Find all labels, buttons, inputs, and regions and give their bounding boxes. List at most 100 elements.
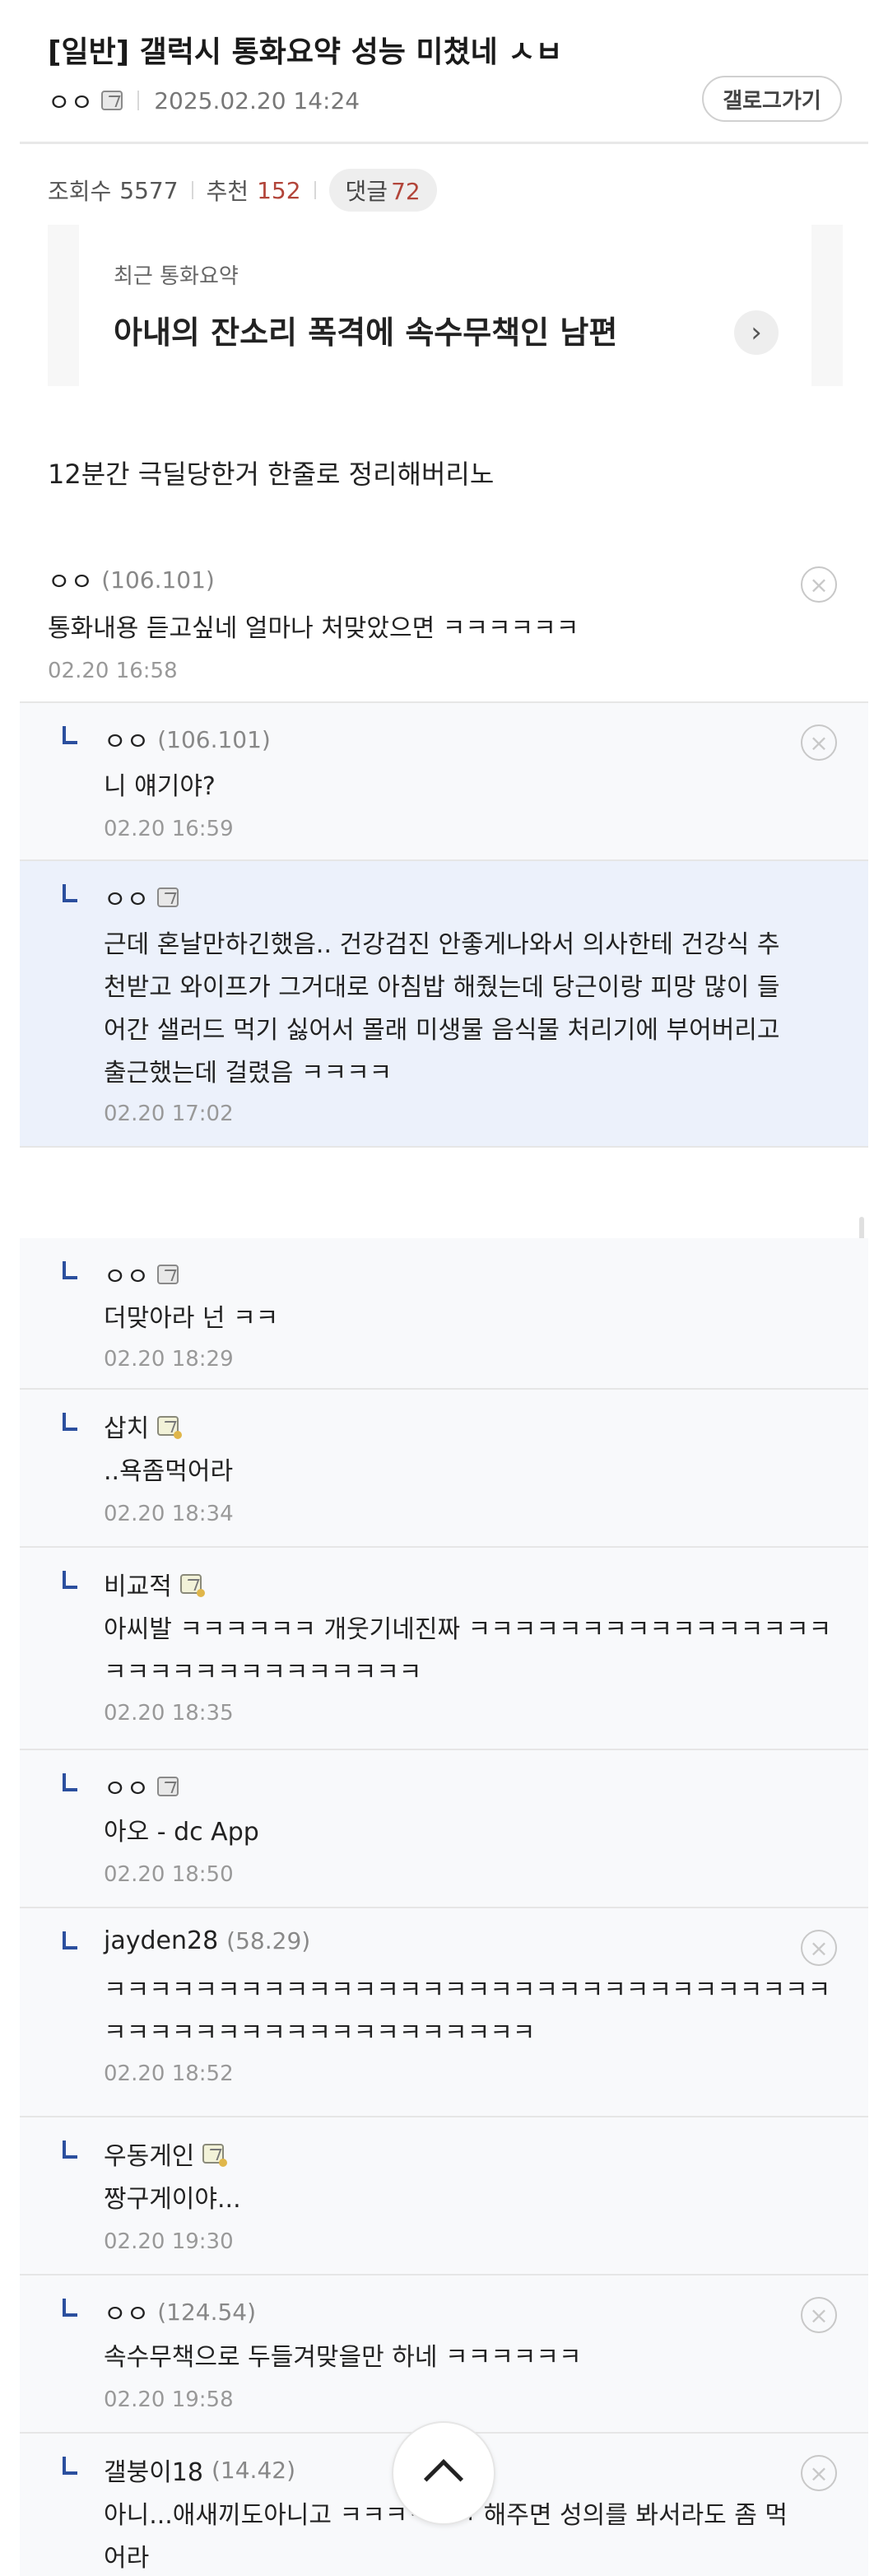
delete-icon[interactable]: × (801, 2455, 837, 2491)
comment-nick[interactable]: ㅇㅇ (104, 721, 149, 757)
gallog-icon[interactable] (157, 1777, 179, 1796)
comment-text: 통화내용 듣고싶네 얼마나 처맞았으면 ㅋㅋㅋㅋㅋㅋ (48, 614, 579, 643)
header-divider (20, 142, 868, 144)
comment-nick[interactable]: ㅇㅇ (104, 2294, 149, 2330)
comment-line: 아씨발 ㅋㅋㅋㅋㅋㅋ 개웃기네진짜 ㅋㅋㅋㅋㅋㅋㅋㅋㅋㅋㅋㅋㅋㅋㅋㅋ (104, 1615, 832, 1644)
reply-comment: 우동게인 짱구게이야... 02.20 19:30 (20, 2117, 868, 2276)
post-body: 12분간 극딜당한거 한줄로 정리해버리노 (48, 459, 495, 490)
comment-nick[interactable]: ㅇㅇ (104, 879, 149, 915)
summary-label: 최근 통화요약 (114, 264, 239, 289)
chevron-up-icon (423, 2458, 464, 2499)
gallog-icon[interactable] (157, 1265, 179, 1284)
comment-header: ㅇㅇ (106.101) (104, 721, 271, 757)
scroll-to-top-button[interactable] (392, 2421, 495, 2525)
comment-text: 더맞아라 넌 ㅋㅋ (104, 1304, 279, 1333)
views-count: 5577 (119, 176, 179, 204)
gallog-fixed-icon[interactable] (157, 1416, 183, 1439)
gallog-icon[interactable] (157, 887, 179, 907)
comment-line: ㅋㅋㅋㅋㅋㅋㅋㅋㅋㅋㅋㅋㅋㅋㅋㅋㅋㅋㅋ (104, 2019, 536, 2047)
comment-date: 02.20 19:30 (104, 2229, 234, 2254)
gallog-fixed-icon[interactable] (202, 2144, 228, 2167)
comment-nick[interactable]: 삽치 (104, 1408, 149, 1444)
comment-nick[interactable]: 비교적 (104, 1566, 172, 1602)
comment-date: 02.20 17:02 (104, 1102, 234, 1126)
comment-ip: (58.29) (226, 1927, 311, 1954)
comment-nick[interactable]: 우동게인 (104, 2136, 194, 2172)
post-author[interactable]: ㅇㅇ (48, 82, 93, 119)
comment-nick[interactable]: ㅇㅇ (48, 561, 93, 598)
recommend-count: 152 (257, 176, 301, 204)
comment-text: 니 얘기야? (104, 772, 216, 801)
comments-count: 72 (391, 178, 421, 205)
reply-arrow-icon (63, 1571, 77, 1589)
comment-header: 우동게인 (104, 2136, 228, 2172)
comment-date: 02.20 16:58 (48, 659, 178, 683)
comment-header: 삽치 (104, 1408, 183, 1444)
stats-divider (314, 181, 316, 199)
delete-icon[interactable]: × (801, 2297, 837, 2333)
reply-arrow-icon (63, 2140, 77, 2159)
reply-arrow-icon (63, 1261, 77, 1279)
comment-header: ㅇㅇ (104, 1256, 179, 1293)
reply-arrow-icon (63, 1931, 77, 1949)
comment-line: 천받고 와이프가 그거대로 아침밥 해줬는데 당근이랑 피망 많이 들 (104, 973, 780, 1002)
reply-comment: 비교적 아씨발 ㅋㅋㅋㅋㅋㅋ 개웃기네진짜 ㅋㅋㅋㅋㅋㅋㅋㅋㅋㅋㅋㅋㅋㅋㅋㅋ ㅋ… (20, 1548, 868, 1750)
delete-icon[interactable]: × (801, 724, 837, 761)
views-label: 조회수 (48, 178, 112, 205)
comment-nick[interactable]: ㅇㅇ (104, 1768, 149, 1805)
comment-header: ㅇㅇ (124.54) (104, 2294, 256, 2330)
reply-arrow-icon (63, 726, 77, 744)
recommend-label: 추천 (206, 178, 249, 205)
post-meta: ㅇㅇ 2025.02.20 14:24 (48, 82, 360, 119)
comment-line: 어라 (104, 2544, 150, 2573)
comment-date: 02.20 18:52 (104, 2061, 234, 2086)
comment-header: ㅇㅇ (104, 879, 179, 915)
call-summary-card[interactable]: 최근 통화요약 아내의 잔소리 폭격에 속수무책인 남편 › (48, 225, 843, 386)
reply-arrow-icon (63, 2457, 77, 2475)
gallog-button[interactable]: 갤로그가기 (702, 76, 842, 122)
post-header: [일반] 갤럭시 통화요약 성능 미쳤네 ㅅㅂ ㅇㅇ 2025.02.20 14… (0, 0, 888, 142)
comment-text: 속수무책으로 두들겨맞을만 하네 ㅋㅋㅋㅋㅋㅋ (104, 2343, 582, 2372)
post-title: [일반] 갤럭시 통화요약 성능 미쳤네 ㅅㅂ (48, 35, 563, 69)
comment-date: 02.20 18:29 (104, 1347, 234, 1372)
comment-ip: (124.54) (157, 2298, 257, 2326)
comment-nick[interactable]: jayden28 (104, 1926, 218, 1955)
comment-text: 짱구게이야... (104, 2185, 241, 2214)
comment-line: 어간 샐러드 먹기 싫어서 몰래 미생물 음식물 처리기에 부어버리고 (104, 1016, 780, 1045)
comment-text: 아오 - dc App (104, 1818, 259, 1847)
reply-arrow-icon (63, 1413, 77, 1431)
post-date: 2025.02.20 14:24 (154, 86, 360, 114)
comment-line: ㅋㅋㅋㅋㅋㅋㅋㅋㅋㅋㅋㅋㅋㅋㅋㅋㅋㅋㅋㅋㅋㅋㅋㅋㅋㅋㅋㅋㅋㅋㅋㅋ (104, 1976, 831, 2005)
comments-label: 댓글 (345, 178, 388, 205)
comment-count-badge[interactable]: 댓글 72 (328, 169, 437, 212)
comment-text: ..욕좀먹어라 (104, 1457, 234, 1486)
reply-arrow-icon (63, 884, 77, 902)
comment-text: 근데 혼날만하긴했음.. 건강검진 안좋게나와서 의사한테 건강식 추 천받고 … (104, 924, 780, 1095)
post-stats: 조회수 5577 추천 152 댓글 72 (48, 169, 437, 212)
gallog-icon[interactable] (101, 91, 123, 110)
comment-text: 아씨발 ㅋㅋㅋㅋㅋㅋ 개웃기네진짜 ㅋㅋㅋㅋㅋㅋㅋㅋㅋㅋㅋㅋㅋㅋㅋㅋ ㅋㅋㅋㅋㅋ… (104, 1609, 831, 1694)
comment-text: ㅋㅋㅋㅋㅋㅋㅋㅋㅋㅋㅋㅋㅋㅋㅋㅋㅋㅋㅋㅋㅋㅋㅋㅋㅋㅋㅋㅋㅋㅋㅋㅋ ㅋㅋㅋㅋㅋㅋㅋ… (104, 1969, 830, 2055)
delete-icon[interactable]: × (801, 1930, 837, 1966)
comment-nick[interactable]: 갤붕이18 (104, 2452, 203, 2488)
reply-comment: ㅇㅇ 근데 혼날만하긴했음.. 건강검진 안좋게나와서 의사한테 건강식 추 천… (20, 861, 868, 1148)
comment-header: ㅇㅇ (106.101) (48, 561, 215, 598)
comment-line: 근데 혼날만하긴했음.. 건강검진 안좋게나와서 의사한테 건강식 추 (104, 930, 780, 959)
reply-comment: ㅇㅇ 더맞아라 넌 ㅋㅋ 02.20 18:29 (20, 1238, 868, 1390)
comment-date: 02.20 18:34 (104, 1502, 234, 1526)
reply-comment: ㅇㅇ (124.54) × 속수무책으로 두들겨맞을만 하네 ㅋㅋㅋㅋㅋㅋ 02… (20, 2276, 868, 2434)
gallog-fixed-icon[interactable] (179, 1574, 205, 1597)
chevron-right-icon[interactable]: › (734, 310, 779, 355)
comment-nick[interactable]: ㅇㅇ (104, 1256, 149, 1293)
comment-date: 02.20 18:50 (104, 1862, 234, 1887)
comment-ip: (106.101) (101, 566, 215, 594)
reply-comment: ㅇㅇ (106.101) × 니 얘기야? 02.20 16:59 (20, 703, 868, 861)
delete-icon[interactable]: × (801, 566, 837, 603)
comment-ip: (14.42) (211, 2456, 295, 2484)
reply-comment: jayden28 (58.29) × ㅋㅋㅋㅋㅋㅋㅋㅋㅋㅋㅋㅋㅋㅋㅋㅋㅋㅋㅋㅋㅋ… (20, 1908, 868, 2117)
comment-date: 02.20 18:35 (104, 1701, 234, 1726)
comment-header: 비교적 (104, 1566, 205, 1602)
comment-line: ㅋㅋㅋㅋㅋㅋㅋㅋㅋㅋㅋㅋㅋㅋ (104, 1658, 422, 1687)
summary-text: 아내의 잔소리 폭격에 속수무책인 남편 (114, 314, 618, 351)
meta-divider (137, 91, 140, 110)
